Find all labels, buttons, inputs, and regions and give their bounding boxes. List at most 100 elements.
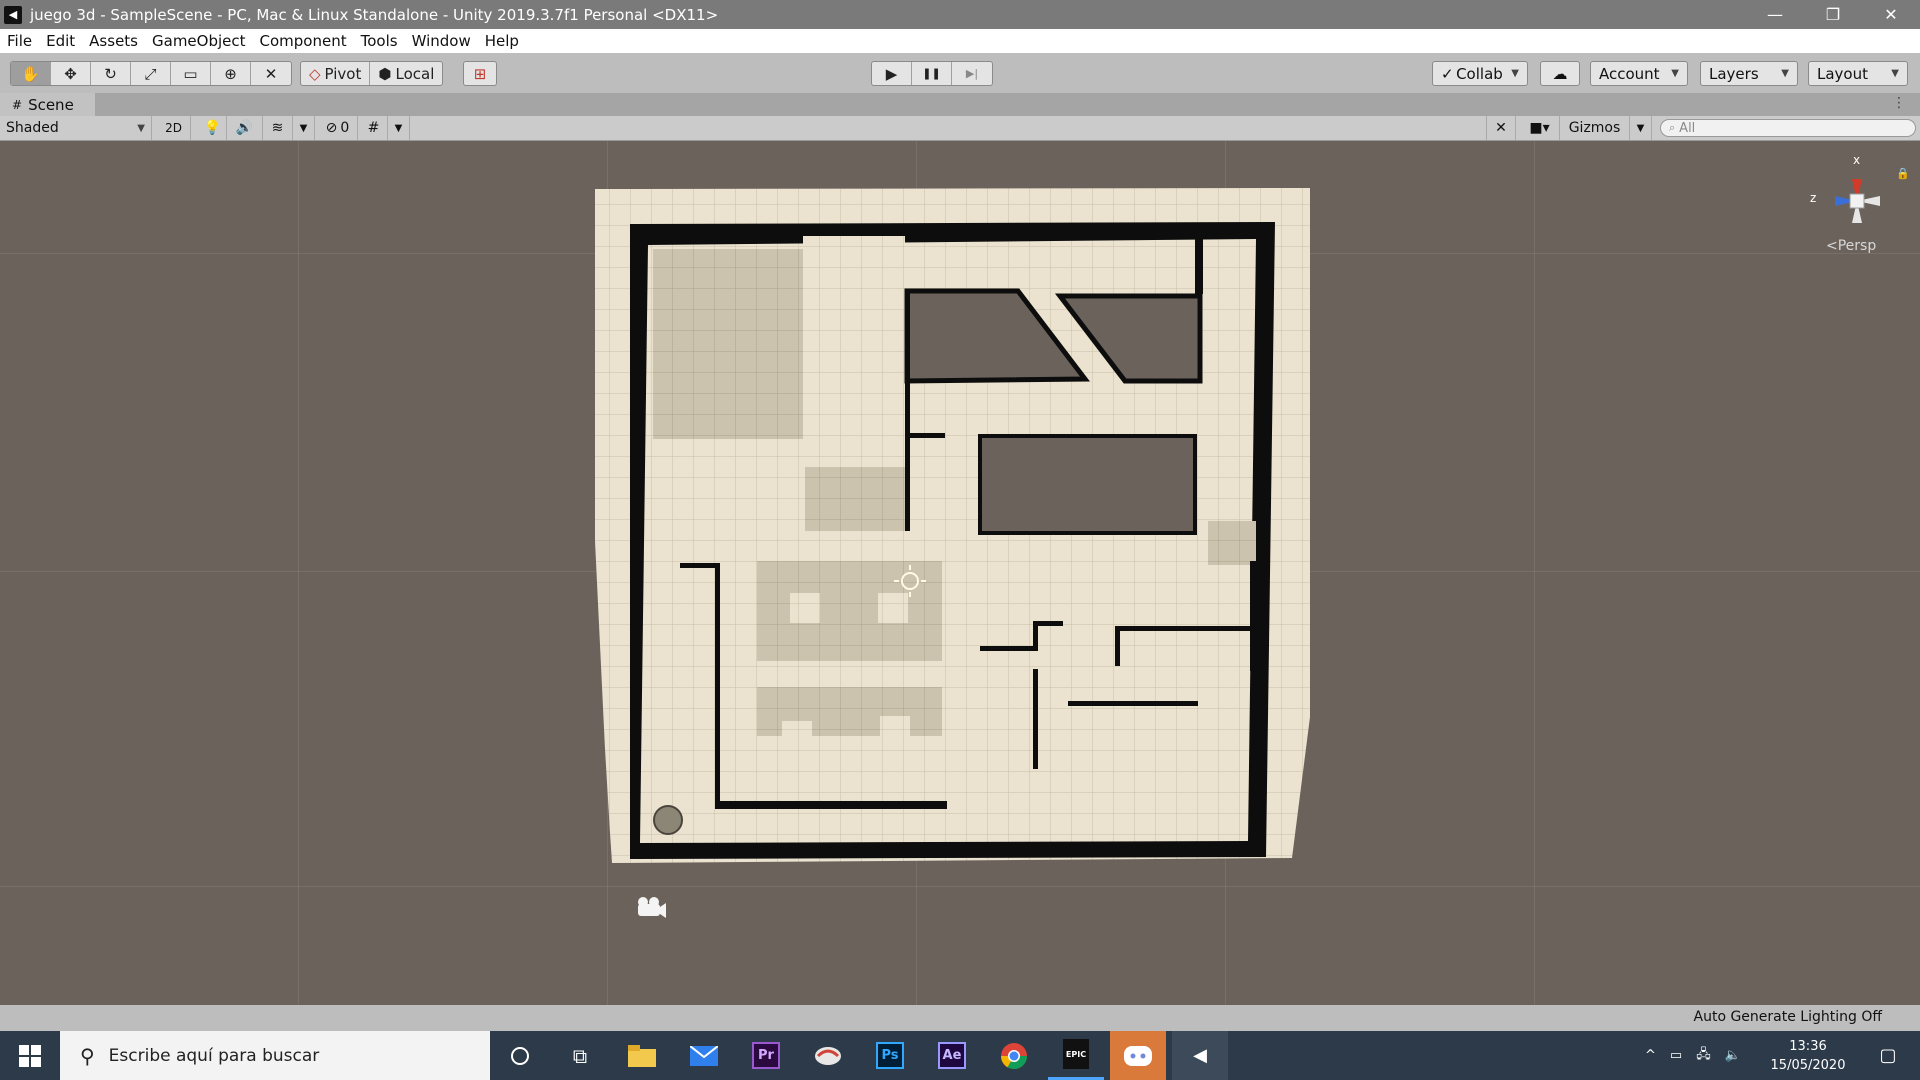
cloud-button[interactable]: ☁ xyxy=(1540,61,1580,86)
inner-wall xyxy=(680,563,720,568)
orientation-gizmo[interactable]: x z 🔒 <Persp xyxy=(1800,151,1920,261)
menu-help[interactable]: Help xyxy=(478,32,526,50)
menu-tools[interactable]: Tools xyxy=(354,32,405,50)
step-button[interactable]: ▶| xyxy=(952,62,992,85)
effects-toggle-icon[interactable]: ≋ xyxy=(263,116,293,140)
projection-label[interactable]: <Persp xyxy=(1826,238,1876,254)
toggle-2d-button[interactable]: 2D xyxy=(157,116,191,140)
pivot-icon: ◇ xyxy=(309,64,321,83)
hand-tool-icon[interactable]: ✋ xyxy=(11,62,51,85)
tab-scene[interactable]: # Scene xyxy=(0,93,95,116)
tab-options-icon[interactable]: ⋮ xyxy=(1892,95,1906,111)
effects-dropdown-chevron-icon[interactable]: ▼ xyxy=(293,116,315,140)
menu-window[interactable]: Window xyxy=(405,32,478,50)
close-button[interactable]: ✕ xyxy=(1862,0,1920,29)
gizmos-button[interactable]: Gizmos xyxy=(1560,116,1630,140)
cortana-icon[interactable] xyxy=(492,1031,548,1080)
windows-logo-icon xyxy=(19,1044,41,1067)
minimize-button[interactable]: — xyxy=(1746,0,1804,29)
pause-button[interactable]: ❚❚ xyxy=(912,62,952,85)
task-view-icon[interactable]: ⧉ xyxy=(552,1031,608,1080)
hidden-objects-toggle[interactable]: ⊘ 0 xyxy=(318,116,358,140)
local-label: Local xyxy=(395,64,435,83)
grid-snap-icon[interactable]: ⊞ xyxy=(464,62,496,85)
play-button[interactable]: ▶ xyxy=(872,62,912,85)
notifications-icon[interactable]: ▢ xyxy=(1868,1031,1908,1080)
clock-time: 13:36 xyxy=(1789,1039,1827,1054)
taskbar-search-input[interactable]: ⚲ Escribe aquí para buscar xyxy=(60,1031,490,1080)
maximize-button[interactable]: ❐ xyxy=(1804,0,1862,29)
battery-icon[interactable]: ▭ xyxy=(1670,1048,1682,1063)
menu-bar: File Edit Assets GameObject Component To… xyxy=(0,29,1920,53)
network-icon[interactable]: 🖧 xyxy=(1696,1045,1711,1067)
layers-label: Layers xyxy=(1709,64,1759,83)
layout-label: Layout xyxy=(1817,64,1868,83)
tools-settings-icon[interactable]: ✕ xyxy=(1486,116,1516,140)
taskbar: ⚲ Escribe aquí para buscar ⧉ Pr Ps Ae EP… xyxy=(0,1031,1920,1080)
maze-level xyxy=(595,188,1310,918)
app-icon[interactable] xyxy=(800,1031,856,1080)
inner-wall xyxy=(715,563,720,803)
account-dropdown[interactable]: Account ▼ xyxy=(1590,61,1688,86)
epic-games-icon[interactable]: EPIC xyxy=(1048,1031,1104,1080)
scene-tab-icon: # xyxy=(12,97,23,112)
local-button[interactable]: ⬢ Local xyxy=(370,62,442,85)
play-controls: ▶ ❚❚ ▶| xyxy=(871,61,993,86)
menu-assets[interactable]: Assets xyxy=(82,32,145,50)
search-icon: ⚲ xyxy=(80,1043,95,1068)
collab-label: Collab xyxy=(1456,64,1503,83)
audio-toggle-icon[interactable]: 🔊 xyxy=(227,116,263,140)
block-step xyxy=(653,441,753,501)
status-bar: Auto Generate Lighting Off xyxy=(0,1005,1920,1031)
pivot-button[interactable]: ◇ Pivot xyxy=(301,62,371,85)
layout-dropdown[interactable]: Layout ▼ xyxy=(1808,61,1908,86)
premiere-icon[interactable]: Pr xyxy=(738,1031,794,1080)
menu-file[interactable]: File xyxy=(0,32,39,50)
grid-dropdown-chevron-icon[interactable]: ▼ xyxy=(388,116,410,140)
layers-dropdown[interactable]: Layers ▼ xyxy=(1700,61,1798,86)
inner-wall xyxy=(980,646,1035,651)
after-effects-icon[interactable]: Ae xyxy=(924,1031,980,1080)
mail-icon[interactable] xyxy=(676,1031,732,1080)
chevron-down-icon: ▼ xyxy=(1511,68,1519,79)
checker-tile xyxy=(878,593,908,623)
transform-tool-icon[interactable]: ⊕ xyxy=(211,62,251,85)
pivot-label: Pivot xyxy=(324,64,362,83)
taskbar-search-placeholder: Escribe aquí para buscar xyxy=(108,1045,320,1066)
menu-gameobject[interactable]: GameObject xyxy=(145,32,253,50)
collab-dropdown[interactable]: ✓ Collab ▼ xyxy=(1432,61,1528,86)
chrome-icon[interactable] xyxy=(986,1031,1042,1080)
volume-icon[interactable]: 🔈 xyxy=(1725,1048,1741,1063)
discord-icon[interactable] xyxy=(1110,1031,1166,1080)
grid-toggle-icon[interactable]: # xyxy=(360,116,388,140)
inner-wall xyxy=(1068,701,1198,706)
draw-mode-dropdown[interactable]: Shaded ▼ xyxy=(0,116,152,140)
search-icon: ⌕ xyxy=(1669,121,1676,134)
menu-edit[interactable]: Edit xyxy=(39,32,82,50)
after-effects-label: Ae xyxy=(938,1042,966,1069)
chevron-up-icon[interactable]: ^ xyxy=(1645,1048,1656,1063)
file-explorer-icon[interactable] xyxy=(614,1031,670,1080)
lighting-toggle-icon[interactable]: 💡 xyxy=(199,116,227,140)
scale-tool-icon[interactable]: ⤢ xyxy=(131,62,171,85)
camera-settings-icon[interactable]: ■▾ xyxy=(1520,116,1560,140)
unity-taskbar-icon[interactable]: ◀ xyxy=(1172,1031,1228,1080)
system-clock[interactable]: 13:36 15/05/2020 xyxy=(1768,1037,1848,1075)
rotate-tool-icon[interactable]: ↻ xyxy=(91,62,131,85)
inner-wall xyxy=(715,801,947,809)
lock-icon[interactable]: 🔒 xyxy=(1896,167,1910,180)
scene-viewport[interactable]: x z 🔒 <Persp xyxy=(0,141,1920,1005)
windows-start-button[interactable] xyxy=(0,1031,60,1080)
lighting-status: Auto Generate Lighting Off xyxy=(1693,1009,1883,1025)
move-tool-icon[interactable]: ✥ xyxy=(51,62,91,85)
gizmos-dropdown-chevron-icon[interactable]: ▼ xyxy=(1630,116,1652,140)
menu-component[interactable]: Component xyxy=(253,32,354,50)
checker-band xyxy=(757,661,942,687)
account-label: Account xyxy=(1599,64,1660,83)
eye-slash-icon: ⊘ xyxy=(325,120,338,136)
checker-tile xyxy=(790,593,820,623)
scene-search-input[interactable]: ⌕ All xyxy=(1660,119,1916,137)
rect-tool-icon[interactable]: ▭ xyxy=(171,62,211,85)
photoshop-icon[interactable]: Ps xyxy=(862,1031,918,1080)
custom-tool-icon[interactable]: ✕ xyxy=(251,62,291,85)
